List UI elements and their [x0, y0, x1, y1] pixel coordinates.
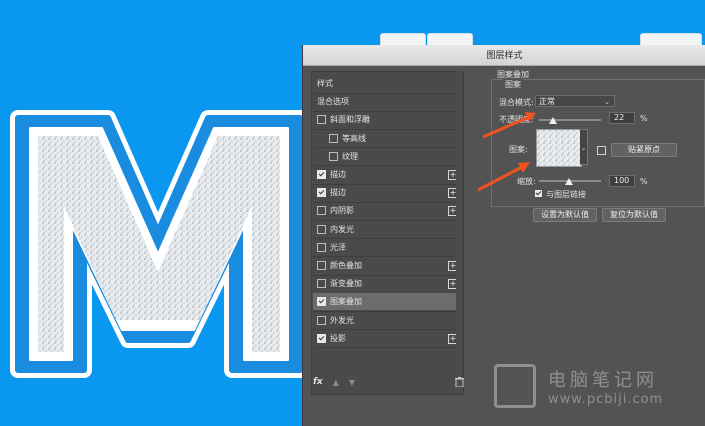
watermark-logo-icon — [494, 364, 536, 408]
watermark-url: www.pcbiji.com — [548, 392, 664, 407]
arrow-to-pattern — [477, 162, 530, 192]
watermark-site-name: 电脑笔记网 — [548, 370, 658, 391]
annotation-arrows — [477, 112, 536, 192]
arrow-to-opacity — [482, 112, 536, 139]
